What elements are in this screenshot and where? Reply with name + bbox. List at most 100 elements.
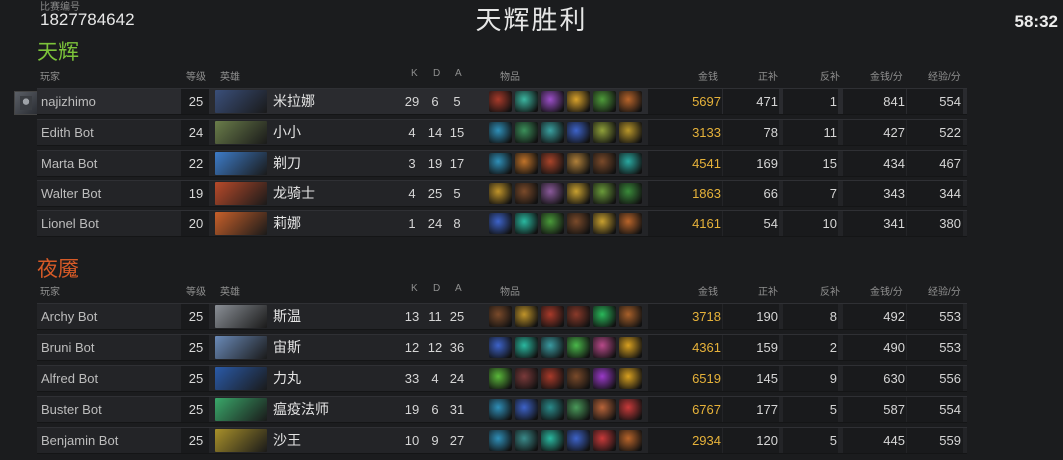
item-icon[interactable] xyxy=(489,368,512,389)
item-icon[interactable] xyxy=(567,91,590,112)
player-name[interactable]: Buster Bot xyxy=(41,397,181,422)
item-icon[interactable] xyxy=(593,368,616,389)
column-header-d: D xyxy=(433,283,441,294)
player-row[interactable]: Archy Bot 25 斯温 13 11 25 3718 190 8 492 553 xyxy=(37,303,967,330)
item-icon[interactable] xyxy=(567,183,590,204)
item-icon[interactable] xyxy=(541,399,564,420)
item-icon[interactable] xyxy=(541,183,564,204)
deaths: 25 xyxy=(427,186,443,201)
hero-portrait-icon[interactable] xyxy=(215,398,267,421)
player-name[interactable]: najizhimo xyxy=(41,89,181,114)
item-icon[interactable] xyxy=(567,153,590,174)
item-icon[interactable] xyxy=(567,122,590,143)
item-icon[interactable] xyxy=(515,399,538,420)
item-icon[interactable] xyxy=(515,183,538,204)
item-icon[interactable] xyxy=(593,399,616,420)
player-name[interactable]: Benjamin Bot xyxy=(41,428,181,453)
item-icon[interactable] xyxy=(515,91,538,112)
hero-portrait-icon[interactable] xyxy=(215,212,267,235)
item-icon[interactable] xyxy=(489,213,512,234)
item-icon[interactable] xyxy=(515,306,538,327)
item-icon[interactable] xyxy=(619,213,642,234)
item-icon[interactable] xyxy=(593,91,616,112)
player-name[interactable]: Walter Bot xyxy=(41,181,181,206)
item-icon[interactable] xyxy=(515,368,538,389)
item-icon[interactable] xyxy=(619,183,642,204)
item-icon[interactable] xyxy=(593,337,616,358)
item-icon[interactable] xyxy=(541,91,564,112)
player-name[interactable]: Archy Bot xyxy=(41,304,181,329)
item-icon[interactable] xyxy=(593,213,616,234)
item-icon[interactable] xyxy=(541,153,564,174)
item-icon[interactable] xyxy=(619,430,642,451)
item-icon[interactable] xyxy=(515,337,538,358)
player-row[interactable]: Lionel Bot 20 莉娜 1 24 8 4161 54 10 341 380 xyxy=(37,210,967,237)
player-name[interactable]: Bruni Bot xyxy=(41,335,181,360)
item-icon[interactable] xyxy=(619,122,642,143)
item-icon[interactable] xyxy=(567,368,590,389)
item-icon[interactable] xyxy=(489,337,512,358)
player-level: 20 xyxy=(188,216,204,231)
item-icon[interactable] xyxy=(593,183,616,204)
player-row[interactable]: Marta Bot 22 剃刀 3 19 17 4541 169 15 434 467 xyxy=(37,150,967,177)
hero-portrait-icon[interactable] xyxy=(215,367,267,390)
player-row[interactable]: Edith Bot 24 小小 4 14 15 3133 78 11 427 522 xyxy=(37,119,967,146)
hero-portrait-icon[interactable] xyxy=(215,336,267,359)
item-icon[interactable] xyxy=(567,399,590,420)
item-icon[interactable] xyxy=(593,430,616,451)
hero-portrait-icon[interactable] xyxy=(215,429,267,452)
player-name[interactable]: Edith Bot xyxy=(41,120,181,145)
player-avatar-icon[interactable] xyxy=(14,91,38,115)
player-name[interactable]: Alfred Bot xyxy=(41,366,181,391)
item-icon[interactable] xyxy=(567,337,590,358)
item-slots xyxy=(489,153,649,174)
player-row[interactable]: Benjamin Bot 25 沙王 10 9 27 2934 120 5 445 559 xyxy=(37,427,967,454)
item-icon[interactable] xyxy=(593,306,616,327)
player-row[interactable]: Walter Bot 19 龙骑士 4 25 5 1863 66 7 343 344 xyxy=(37,180,967,207)
item-icon[interactable] xyxy=(619,368,642,389)
player-row[interactable]: Bruni Bot 25 宙斯 12 12 36 4361 159 2 490 553 xyxy=(37,334,967,361)
player-name[interactable]: Lionel Bot xyxy=(41,211,181,236)
item-icon[interactable] xyxy=(619,337,642,358)
item-icon[interactable] xyxy=(567,430,590,451)
item-icon[interactable] xyxy=(515,122,538,143)
hero-portrait-icon[interactable] xyxy=(215,152,267,175)
item-icon[interactable] xyxy=(541,368,564,389)
item-icon[interactable] xyxy=(489,306,512,327)
player-name[interactable]: Marta Bot xyxy=(41,151,181,176)
item-icon[interactable] xyxy=(593,122,616,143)
item-icon[interactable] xyxy=(619,399,642,420)
item-icon[interactable] xyxy=(489,183,512,204)
column-header-xpm: 经验/分 xyxy=(928,72,961,83)
item-icon[interactable] xyxy=(515,430,538,451)
item-icon[interactable] xyxy=(489,91,512,112)
item-icon[interactable] xyxy=(489,122,512,143)
hero-portrait-icon[interactable] xyxy=(215,182,267,205)
item-icon[interactable] xyxy=(593,153,616,174)
item-icon[interactable] xyxy=(515,153,538,174)
hero-portrait-icon[interactable] xyxy=(215,305,267,328)
item-icon[interactable] xyxy=(567,306,590,327)
item-icon[interactable] xyxy=(619,153,642,174)
xp-per-minute: 467 xyxy=(939,156,961,171)
item-icon[interactable] xyxy=(619,306,642,327)
deaths: 6 xyxy=(431,402,439,417)
item-icon[interactable] xyxy=(489,399,512,420)
item-icon[interactable] xyxy=(567,213,590,234)
hero-portrait-icon[interactable] xyxy=(215,90,267,113)
item-icon[interactable] xyxy=(489,153,512,174)
player-row[interactable]: najizhimo 25 米拉娜 29 6 5 5697 471 1 841 554 xyxy=(37,88,967,115)
gold-per-minute: 445 xyxy=(883,433,905,448)
hero-portrait-icon[interactable] xyxy=(215,121,267,144)
player-row[interactable]: Buster Bot 25 瘟疫法师 19 6 31 6767 177 5 587 554 xyxy=(37,396,967,423)
item-icon[interactable] xyxy=(619,91,642,112)
column-header-items: 物品 xyxy=(500,72,520,83)
item-icon[interactable] xyxy=(541,337,564,358)
item-icon[interactable] xyxy=(541,122,564,143)
item-icon[interactable] xyxy=(541,430,564,451)
item-icon[interactable] xyxy=(541,213,564,234)
item-icon[interactable] xyxy=(489,430,512,451)
item-icon[interactable] xyxy=(515,213,538,234)
item-icon[interactable] xyxy=(541,306,564,327)
player-row[interactable]: Alfred Bot 25 力丸 33 4 24 6519 145 9 630 556 xyxy=(37,365,967,392)
